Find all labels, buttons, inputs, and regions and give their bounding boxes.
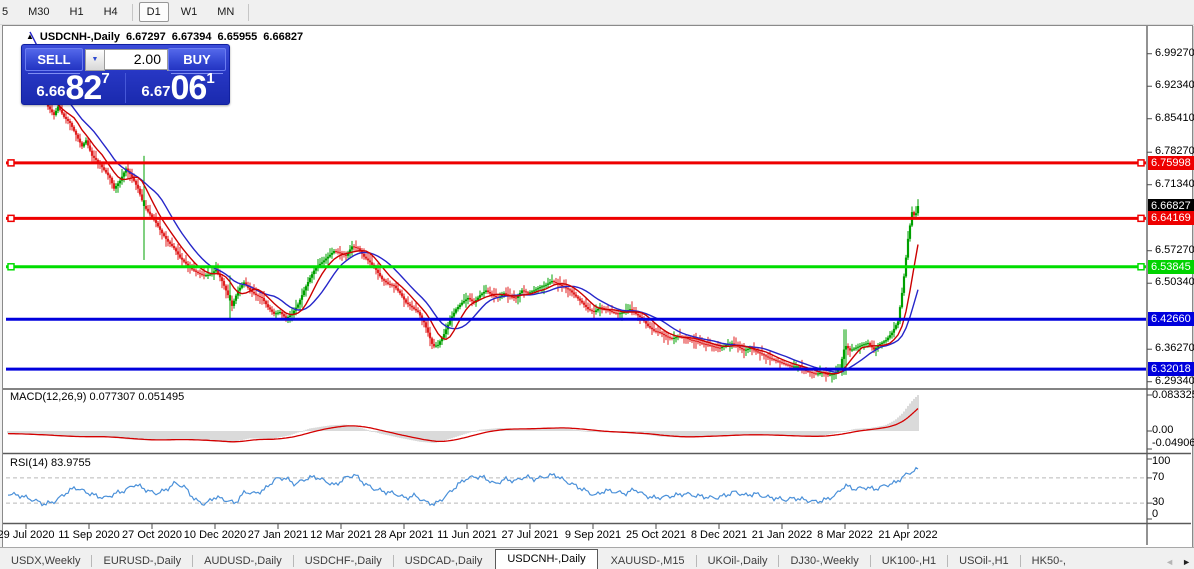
timeframe-button-w1[interactable]: W1 (173, 2, 206, 22)
buy-button[interactable]: BUY (168, 48, 226, 74)
buy-price-small: 6.67 (141, 83, 171, 100)
date-axis-label: 21 Jan 2022 (751, 529, 813, 541)
date-axis-label: 27 Oct 2020 (122, 529, 182, 541)
tab-scroll-left-icon[interactable]: ◄ (1165, 557, 1174, 567)
sell-price-small: 6.66 (36, 83, 66, 100)
price-badge: 6.64169 (1148, 211, 1194, 225)
macd-axis-label: 0.00 (1152, 424, 1174, 436)
rsi-panel[interactable] (6, 466, 1146, 507)
quote-divider (125, 73, 126, 103)
date-axis-label: 11 Jun 2021 (437, 529, 497, 541)
sell-price-big: 82 (65, 69, 103, 107)
tab-usdcnh-daily[interactable]: USDCNH-,Daily (495, 549, 598, 569)
price-badge: 6.53845 (1148, 260, 1194, 274)
date-axis-label: 9 Sep 2021 (564, 529, 622, 541)
price-axis-label: 6.29340 (1155, 375, 1194, 387)
tab-usdx-weekly[interactable]: USDX,Weekly (0, 553, 91, 569)
timeframe-button-mn[interactable]: MN (209, 2, 242, 22)
date-axis-label: 8 Dec 2021 (690, 529, 748, 541)
timeframe-button-d1[interactable]: D1 (138, 2, 169, 22)
hline-handle-icon[interactable] (1137, 263, 1145, 271)
buy-price-sup: 1 (206, 70, 215, 87)
price-axis-label: 6.57270 (1155, 244, 1194, 256)
ohlc-open: 6.67297 (126, 31, 166, 43)
ohlc-close: 6.66827 (263, 31, 304, 43)
date-axis-label: 29 Jul 2020 (0, 529, 55, 541)
date-axis-label: 27 Jan 2021 (247, 529, 309, 541)
tab-scroll-arrows: ◄ ► (1165, 557, 1191, 567)
tab-uk100-h1[interactable]: UK100-,H1 (871, 553, 947, 569)
price-badge: 6.32018 (1148, 362, 1194, 376)
date-axis-label: 25 Oct 2021 (626, 529, 686, 541)
macd-axis-label: -0.049068 (1152, 437, 1194, 449)
macd-label: MACD(12,26,9) 0.077307 0.051495 (10, 391, 185, 403)
tab-scroll-right-icon[interactable]: ► (1182, 557, 1191, 567)
volume-input[interactable]: 2.00 (105, 49, 167, 70)
tab-audusd-daily[interactable]: AUDUSD-,Daily (193, 553, 293, 569)
ohlc-high: 6.67394 (171, 31, 212, 43)
buy-price[interactable]: 6.67 06 1 (127, 69, 229, 107)
toolbar-separator (248, 3, 250, 21)
rsi-axis-label: 70 (1152, 471, 1165, 483)
tab-dj30-weekly[interactable]: DJ30-,Weekly (779, 553, 869, 569)
ohlc-low: 6.65955 (217, 31, 258, 43)
price-axis-label: 6.92340 (1155, 79, 1194, 91)
date-axis-label: 11 Sep 2020 (58, 529, 120, 541)
tab-hk50-[interactable]: HK50-, (1021, 553, 1077, 569)
date-axis-label: 27 Jul 2021 (501, 529, 559, 541)
sell-button[interactable]: SELL (25, 48, 83, 74)
volume-down-button[interactable]: ▼ (85, 49, 105, 71)
buy-price-big: 06 (170, 69, 208, 107)
price-axis-label: 6.50340 (1155, 276, 1194, 288)
sell-price[interactable]: 6.66 82 7 (22, 69, 124, 107)
hline-handle-icon[interactable] (7, 263, 15, 271)
tab-ukoil-daily[interactable]: UKOil-,Daily (697, 553, 779, 569)
hline-handle-icon[interactable] (1137, 214, 1145, 223)
quote-prices: 6.66 82 7 6.67 06 1 (22, 69, 229, 107)
price-badge: 6.75998 (1148, 156, 1194, 170)
collapse-triangle-icon[interactable]: ▲ (26, 33, 34, 41)
sell-price-sup: 7 (101, 70, 110, 87)
price-axis-label: 6.71340 (1155, 178, 1194, 190)
macd-axis-label: 0.083325 (1152, 389, 1194, 401)
price-axis-label: 6.85410 (1155, 112, 1194, 124)
chart-title: USDCNH-,Daily (39, 31, 120, 43)
price-axis-label: 6.36270 (1155, 342, 1194, 354)
timeframe-button-h4[interactable]: H4 (96, 2, 126, 22)
rsi-axis-label: 100 (1152, 455, 1171, 467)
timeframe-button-m30[interactable]: M30 (20, 2, 57, 22)
tab-usdchf-daily[interactable]: USDCHF-,Daily (294, 553, 393, 569)
toolbar-separator (131, 3, 133, 21)
symbol-tabbar: USDX,Weekly EURUSD-,Daily AUDUSD-,Daily USD… (0, 547, 1194, 569)
rsi-label: RSI(14) 83.9755 (10, 457, 91, 469)
date-axis-label: 10 Dec 2020 (183, 529, 247, 541)
price-axis-label: 6.99270 (1155, 47, 1194, 59)
rsi-axis-label: 0 (1152, 508, 1159, 520)
price-badge: 6.42660 (1148, 312, 1194, 326)
chart-header: ▲ USDCNH-,Daily 6.67297 6.67394 6.65955 … (26, 31, 303, 43)
timeframe-button-h1[interactable]: H1 (62, 2, 92, 22)
hline-handle-icon[interactable] (7, 214, 15, 223)
tab-xauusd-m15[interactable]: XAUUSD-,M15 (600, 553, 696, 569)
date-axis-label: 12 Mar 2021 (310, 529, 372, 541)
trading-terminal: 5 M30 H1 H4 D1 W1 MN ▲ USDCNH-,Daily 6.67297 6… (0, 0, 1194, 569)
rsi-axis-label: 30 (1152, 496, 1165, 508)
quote-panel: SELL ▼ 2.00 ▲ BUY 6.66 82 7 6.67 06 1 (21, 44, 230, 105)
date-axis-label: 21 Apr 2022 (878, 529, 938, 541)
tab-usoil-h1[interactable]: USOil-,H1 (948, 553, 1020, 569)
timeframe-toolbar: 5 M30 H1 H4 D1 W1 MN (0, 0, 1194, 25)
tab-usdcad-daily[interactable]: USDCAD-,Daily (394, 553, 494, 569)
date-axis-label: 28 Apr 2021 (374, 529, 434, 541)
date-axis-label: 8 Mar 2022 (817, 529, 873, 541)
timeframe-button-5[interactable]: 5 (0, 2, 16, 22)
hline-handle-icon[interactable] (1137, 159, 1145, 167)
tab-eurusd-daily[interactable]: EURUSD-,Daily (92, 553, 192, 569)
rsi-line (7, 466, 919, 507)
hline-handle-icon[interactable] (7, 159, 15, 167)
